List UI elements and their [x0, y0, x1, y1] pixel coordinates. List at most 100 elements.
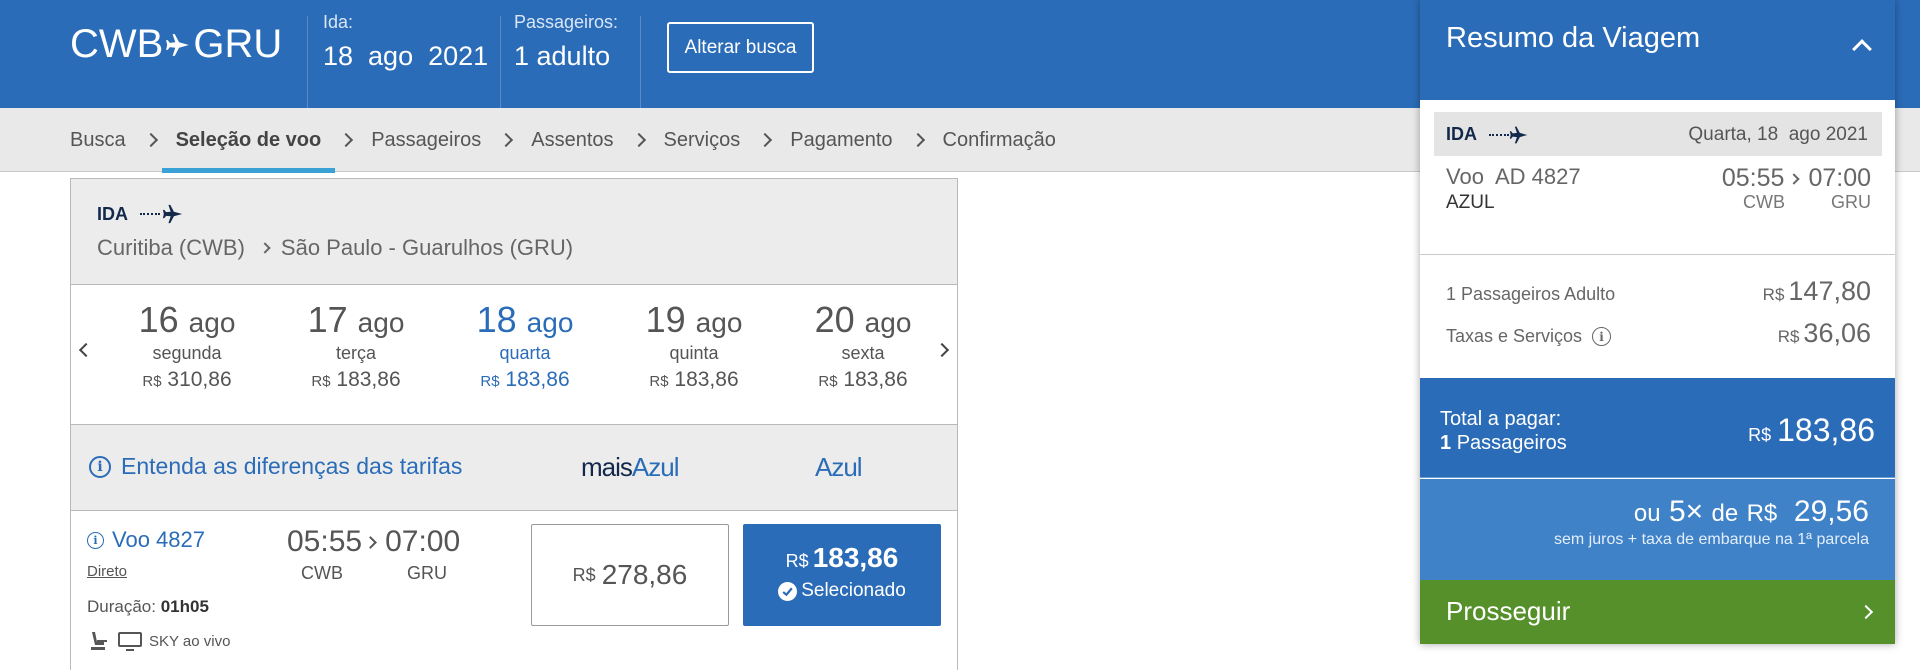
date-option[interactable]: 19 ago quinta R$ 183,86	[624, 299, 764, 392]
destination-code: GRU	[193, 22, 283, 66]
taxes-line: Taxas e Serviços i R$ 36,06	[1446, 318, 1871, 349]
currency: R$	[142, 373, 162, 390]
total-passengers: 1 Passageiros	[1440, 432, 1567, 455]
date-price: 183,86	[843, 368, 908, 391]
fare-column-azul: Azul	[815, 452, 863, 482]
header-divider	[640, 16, 641, 112]
arrival-time: 07:00	[385, 525, 461, 558]
fare-option-mais-azul[interactable]: R$ 278,86	[531, 524, 729, 626]
leg-header: IDA Curitiba (CWB) São Paulo - Guarulhos…	[71, 179, 957, 285]
currency: R$	[311, 373, 331, 390]
plane-icon	[1509, 126, 1528, 143]
flight-row: i Voo 4827 Direto Duração: 01h05 SKY ao …	[71, 511, 957, 671]
fare-column-mais-azul: maisAzul	[581, 452, 680, 483]
fare-differences-text: Entenda as diferenças das tarifas	[121, 453, 463, 479]
azul-brand: Azul	[631, 452, 680, 482]
prev-dates-icon[interactable]	[78, 342, 94, 358]
installments-section: ou 5× de R$ 29,56 sem juros + taxa de em…	[1420, 479, 1895, 580]
passengers-line: 1 Passageiros Adulto R$ 147,80	[1446, 276, 1871, 307]
summary-flight: Voo AD 4827 AZUL 05:55 07:00 CWB GRU	[1446, 164, 1871, 244]
summary-arr-time: 07:00	[1808, 164, 1871, 192]
date-weekday: quarta	[499, 343, 551, 363]
currency: R$	[1777, 327, 1800, 346]
summary-leg-bar: IDA Quarta, 18 ago 2021	[1434, 112, 1882, 156]
fare-price: 183,86	[812, 542, 899, 573]
installments-prefix: ou	[1633, 500, 1661, 527]
fare-option-azul-selected[interactable]: R$ 183,86 Selecionado	[743, 524, 941, 626]
step-passageiros[interactable]: Passageiros	[371, 108, 481, 172]
route-title: CWB GRU	[70, 22, 282, 67]
departure-time: 05:55	[287, 525, 363, 558]
info-icon[interactable]: i	[1592, 327, 1612, 346]
summary-leg-label: IDA	[1446, 124, 1477, 144]
date-day: 19	[645, 299, 686, 340]
leg-label-text: IDA	[97, 203, 128, 224]
step-selecao-de-voo[interactable]: Seleção de voo	[161, 108, 335, 173]
date-price: 183,86	[336, 368, 401, 391]
passengers-line-label: 1 Passageiros Adulto	[1446, 284, 1616, 304]
date-option[interactable]: 17 ago terça R$ 183,86	[286, 299, 426, 392]
duration-value: 01h05	[160, 597, 209, 616]
summary-leg-date: Quarta, 18 ago 2021	[1688, 124, 1868, 145]
taxes-line-label: Taxas e Serviços	[1446, 326, 1583, 346]
fare-differences-link[interactable]: i Entenda as diferenças das tarifas	[89, 453, 462, 480]
date-option[interactable]: 20 ago sexta R$ 183,86	[793, 299, 933, 392]
direct-link[interactable]: Direto	[87, 563, 127, 580]
chevron-right-icon	[143, 132, 158, 148]
step-busca[interactable]: Busca	[70, 108, 126, 172]
ida-value: 18 ago 2021	[323, 41, 489, 71]
fare-price: 278,86	[601, 559, 688, 590]
date-month: ago	[695, 307, 743, 338]
date-day: 16	[138, 299, 179, 340]
chevron-right-icon	[631, 132, 646, 148]
date-price: 310,86	[167, 368, 232, 391]
total-pax-count: 1	[1440, 432, 1452, 454]
leg-route: Curitiba (CWB) São Paulo - Guarulhos (GR…	[97, 235, 573, 261]
step-servicos[interactable]: Serviços	[664, 108, 741, 172]
date-day: 17	[307, 299, 348, 340]
arrival-code: GRU	[407, 563, 447, 583]
summary-dep-time: 05:55	[1721, 164, 1785, 192]
passengers-group: Passageiros: 1 adulto	[514, 12, 618, 72]
currency: R$	[1762, 285, 1785, 304]
next-dates-icon[interactable]	[934, 342, 950, 358]
date-weekday: quinta	[669, 343, 719, 363]
passengers-line-price: 147,80	[1788, 276, 1871, 306]
step-confirmacao[interactable]: Confirmação	[943, 108, 1056, 172]
breadcrumb: Busca Seleção de voo Passageiros Assento…	[70, 108, 1056, 173]
selected-label: Selecionado	[801, 580, 906, 601]
date-weekday: terça	[335, 343, 377, 363]
chevron-up-icon[interactable]	[1852, 39, 1872, 59]
flight-number-link[interactable]: i Voo 4827	[87, 527, 205, 553]
summary-title: Resumo da Viagem	[1446, 22, 1701, 54]
mais-prefix: mais	[581, 452, 633, 482]
ida-group: Ida: 18 ago 2021	[323, 12, 488, 72]
currency: R$	[1746, 500, 1778, 527]
header-divider	[500, 16, 501, 112]
step-pagamento[interactable]: Pagamento	[790, 108, 892, 172]
dotted-line	[140, 213, 160, 215]
date-month: ago	[357, 307, 405, 338]
summary-header[interactable]: Resumo da Viagem	[1420, 0, 1895, 100]
date-option[interactable]: 16 ago segunda R$ 310,86	[117, 299, 257, 392]
dotted-line	[1489, 133, 1509, 136]
ida-label: Ida:	[323, 12, 354, 32]
tv-icon	[118, 632, 142, 651]
chevron-right-icon	[1788, 172, 1801, 185]
departure-code: CWB	[301, 563, 343, 583]
proceed-label: Prosseguir	[1446, 596, 1571, 626]
currency: R$	[480, 373, 500, 390]
step-assentos[interactable]: Assentos	[531, 108, 613, 172]
chevron-right-icon	[1858, 604, 1874, 620]
plane-icon	[166, 33, 190, 56]
proceed-button[interactable]: Prosseguir	[1420, 580, 1895, 644]
date-month: ago	[864, 307, 912, 338]
total-section: Total a pagar: 1 Passageiros R$ 183,86	[1420, 378, 1895, 478]
flight-times: 05:55 07:00 CWB GRU	[287, 525, 467, 584]
date-month: ago	[188, 307, 236, 338]
flight-number: Voo 4827	[112, 527, 205, 552]
date-option-selected[interactable]: 18 ago quarta R$ 183,86	[455, 299, 595, 392]
alter-search-button[interactable]: Alterar busca	[667, 22, 814, 73]
taxes-line-price: 36,06	[1803, 318, 1871, 348]
date-price: 183,86	[674, 368, 739, 391]
